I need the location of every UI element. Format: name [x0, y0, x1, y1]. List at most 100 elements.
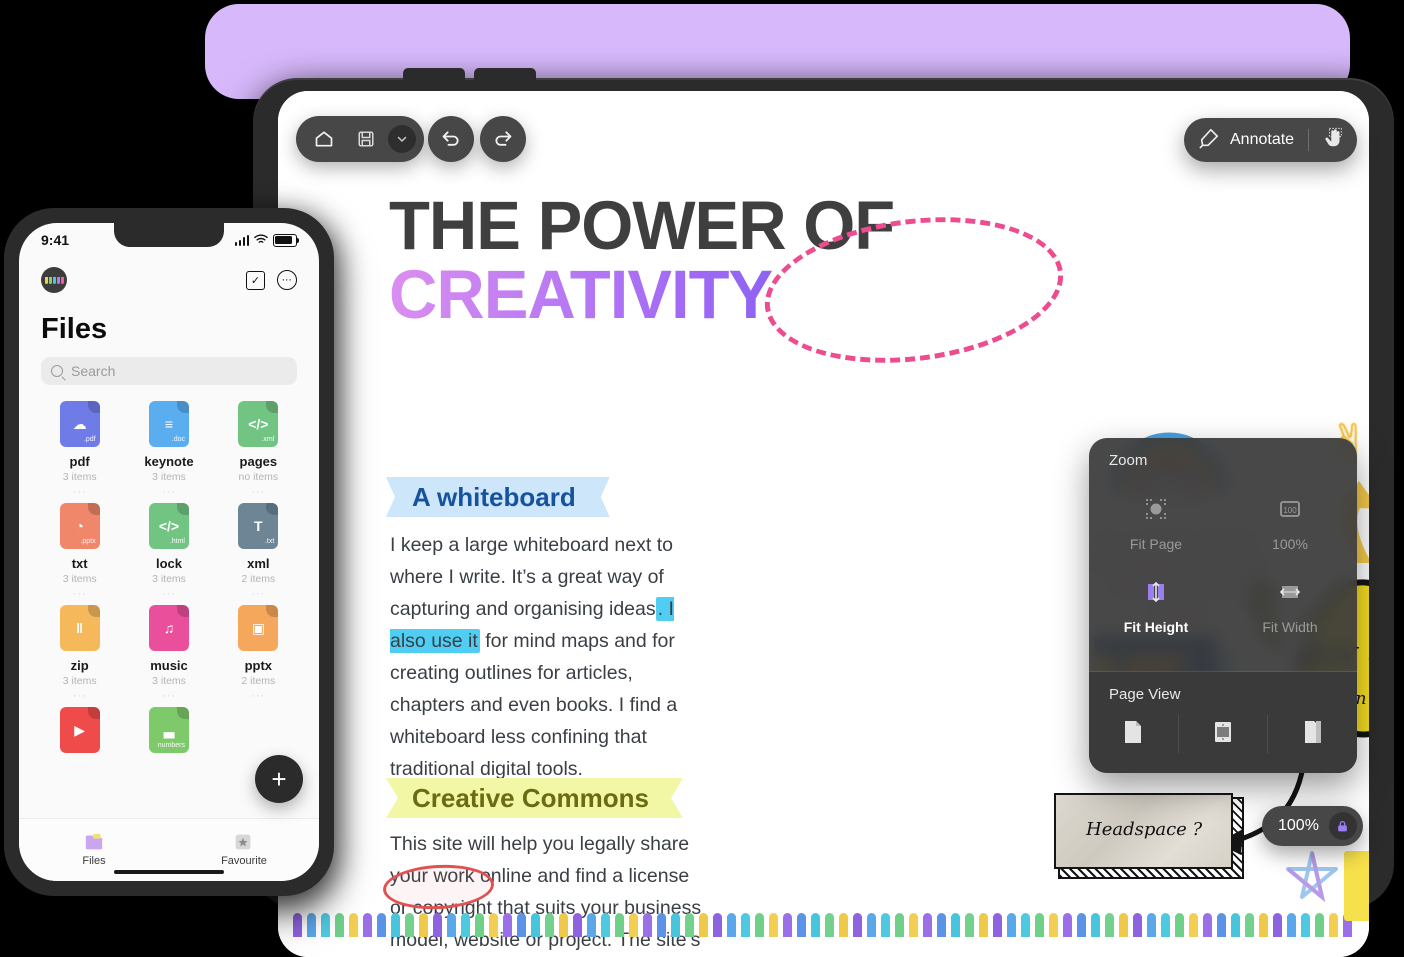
page-tab[interactable]: [713, 913, 722, 937]
page-tab[interactable]: [349, 913, 358, 937]
file-item[interactable]: [214, 707, 303, 753]
page-tab[interactable]: [1133, 913, 1142, 937]
page-tab[interactable]: [1315, 913, 1324, 937]
avatar[interactable]: [41, 267, 67, 293]
save-icon[interactable]: [346, 119, 386, 159]
zoom-option-fit-height[interactable]: Fit Height: [1089, 566, 1223, 649]
page-tab[interactable]: [671, 913, 680, 937]
file-item-pages[interactable]: </> .xml pages no items ···: [214, 401, 303, 498]
page-tab[interactable]: [979, 913, 988, 937]
file-item-xml[interactable]: T .txt xml 2 items ···: [214, 503, 303, 600]
page-tab[interactable]: [1203, 913, 1212, 937]
page-tab[interactable]: [1049, 913, 1058, 937]
page-tab[interactable]: [531, 913, 540, 937]
home-icon[interactable]: [304, 119, 344, 159]
zoom-panel[interactable]: Zoom Fit Page 100 100% Fit Height Fit Width …: [1089, 438, 1357, 773]
page-tab[interactable]: [811, 913, 820, 937]
page-tab[interactable]: [1189, 913, 1198, 937]
page-tab[interactable]: [293, 913, 302, 937]
page-tab[interactable]: [321, 913, 330, 937]
page-tab[interactable]: [1231, 913, 1240, 937]
page-tab[interactable]: [1063, 913, 1072, 937]
page-tab[interactable]: [433, 913, 442, 937]
page-tab[interactable]: [461, 913, 470, 937]
page-tab[interactable]: [1217, 913, 1226, 937]
page-tab[interactable]: [643, 913, 652, 937]
file-more-dots[interactable]: ···: [251, 691, 265, 702]
file-item-keynote[interactable]: ≡ .doc keynote 3 items ···: [124, 401, 213, 498]
page-tab[interactable]: [881, 913, 890, 937]
page-tab[interactable]: [867, 913, 876, 937]
page-tab[interactable]: [741, 913, 750, 937]
file-more-dots[interactable]: ···: [251, 487, 265, 498]
zoom-option-fit-page[interactable]: Fit Page: [1089, 483, 1223, 566]
zoom-options-grid[interactable]: Fit Page 100 100% Fit Height Fit Width: [1089, 475, 1357, 671]
page-tab[interactable]: [1119, 913, 1128, 937]
select-hand-icon[interactable]: [1323, 127, 1345, 154]
page-tab[interactable]: [1147, 913, 1156, 937]
file-item-txt[interactable]: ◔ .pptx txt 3 items ···: [35, 503, 124, 600]
file-more-dots[interactable]: ···: [73, 691, 87, 702]
page-tab[interactable]: [377, 913, 386, 937]
page-tab[interactable]: [923, 913, 932, 937]
file-more-dots[interactable]: ···: [162, 589, 176, 600]
page-tab[interactable]: [545, 913, 554, 937]
page-tab[interactable]: [1301, 913, 1310, 937]
page-tab[interactable]: [895, 913, 904, 937]
file-item-music[interactable]: ♫ music 3 items ···: [124, 605, 213, 702]
page-tab[interactable]: [685, 913, 694, 937]
page-tab[interactable]: [1077, 913, 1086, 937]
file-item-pdf[interactable]: ☁ .pdf pdf 3 items ···: [35, 401, 124, 498]
page-tab[interactable]: [951, 913, 960, 937]
page-tab[interactable]: [1175, 913, 1184, 937]
page-tab[interactable]: [783, 913, 792, 937]
page-tab[interactable]: [475, 913, 484, 937]
page-tab[interactable]: [615, 913, 624, 937]
chevron-down-icon[interactable]: [388, 125, 416, 153]
page-tab[interactable]: [727, 913, 736, 937]
page-tab[interactable]: [657, 913, 666, 937]
page-tab[interactable]: [419, 913, 428, 937]
continuous-page-button[interactable]: [1179, 715, 1269, 753]
file-item[interactable]: ▶: [35, 707, 124, 753]
file-more-dots[interactable]: ···: [162, 691, 176, 702]
phone-header-actions[interactable]: ✓ ⋯: [246, 270, 297, 290]
annotate-button[interactable]: Annotate: [1184, 118, 1358, 162]
page-tab[interactable]: [405, 913, 414, 937]
file-more-dots[interactable]: ···: [73, 589, 87, 600]
page-tab[interactable]: [1245, 913, 1254, 937]
page-tab[interactable]: [699, 913, 708, 937]
zoom-level-badge[interactable]: 100%: [1262, 806, 1363, 846]
page-view-row[interactable]: [1089, 707, 1357, 773]
checkbox-icon[interactable]: ✓: [246, 270, 265, 290]
page-tab[interactable]: [1273, 913, 1282, 937]
zoom-option-fit-width[interactable]: Fit Width: [1223, 566, 1357, 649]
file-grid[interactable]: ☁ .pdf pdf 3 items ··· ≡ .doc keynote 3 items ···…: [35, 401, 303, 753]
lock-icon[interactable]: [1328, 812, 1357, 840]
page-tab[interactable]: [517, 913, 526, 937]
zoom-option-100[interactable]: 100 100%: [1223, 483, 1357, 566]
two-page-button[interactable]: [1268, 715, 1357, 753]
page-tab[interactable]: [307, 913, 316, 937]
page-tab[interactable]: [601, 913, 610, 937]
page-tab[interactable]: [1091, 913, 1100, 937]
page-tab[interactable]: [1007, 913, 1016, 937]
page-tab[interactable]: [629, 913, 638, 937]
page-tab[interactable]: [559, 913, 568, 937]
page-tab[interactable]: [1329, 913, 1338, 937]
file-item[interactable]: ▃ numbers: [124, 707, 213, 753]
more-horizontal-icon[interactable]: ⋯: [277, 270, 297, 290]
page-tab[interactable]: [1259, 913, 1268, 937]
page-tab[interactable]: [755, 913, 764, 937]
file-more-dots[interactable]: ···: [73, 487, 87, 498]
page-tab[interactable]: [363, 913, 372, 937]
add-button[interactable]: +: [255, 755, 303, 803]
page-tab[interactable]: [909, 913, 918, 937]
page-tab[interactable]: [573, 913, 582, 937]
page-tab[interactable]: [839, 913, 848, 937]
page-tab[interactable]: [335, 913, 344, 937]
page-tab[interactable]: [1035, 913, 1044, 937]
page-tab[interactable]: [587, 913, 596, 937]
file-more-dots[interactable]: ···: [162, 487, 176, 498]
page-tab[interactable]: [937, 913, 946, 937]
